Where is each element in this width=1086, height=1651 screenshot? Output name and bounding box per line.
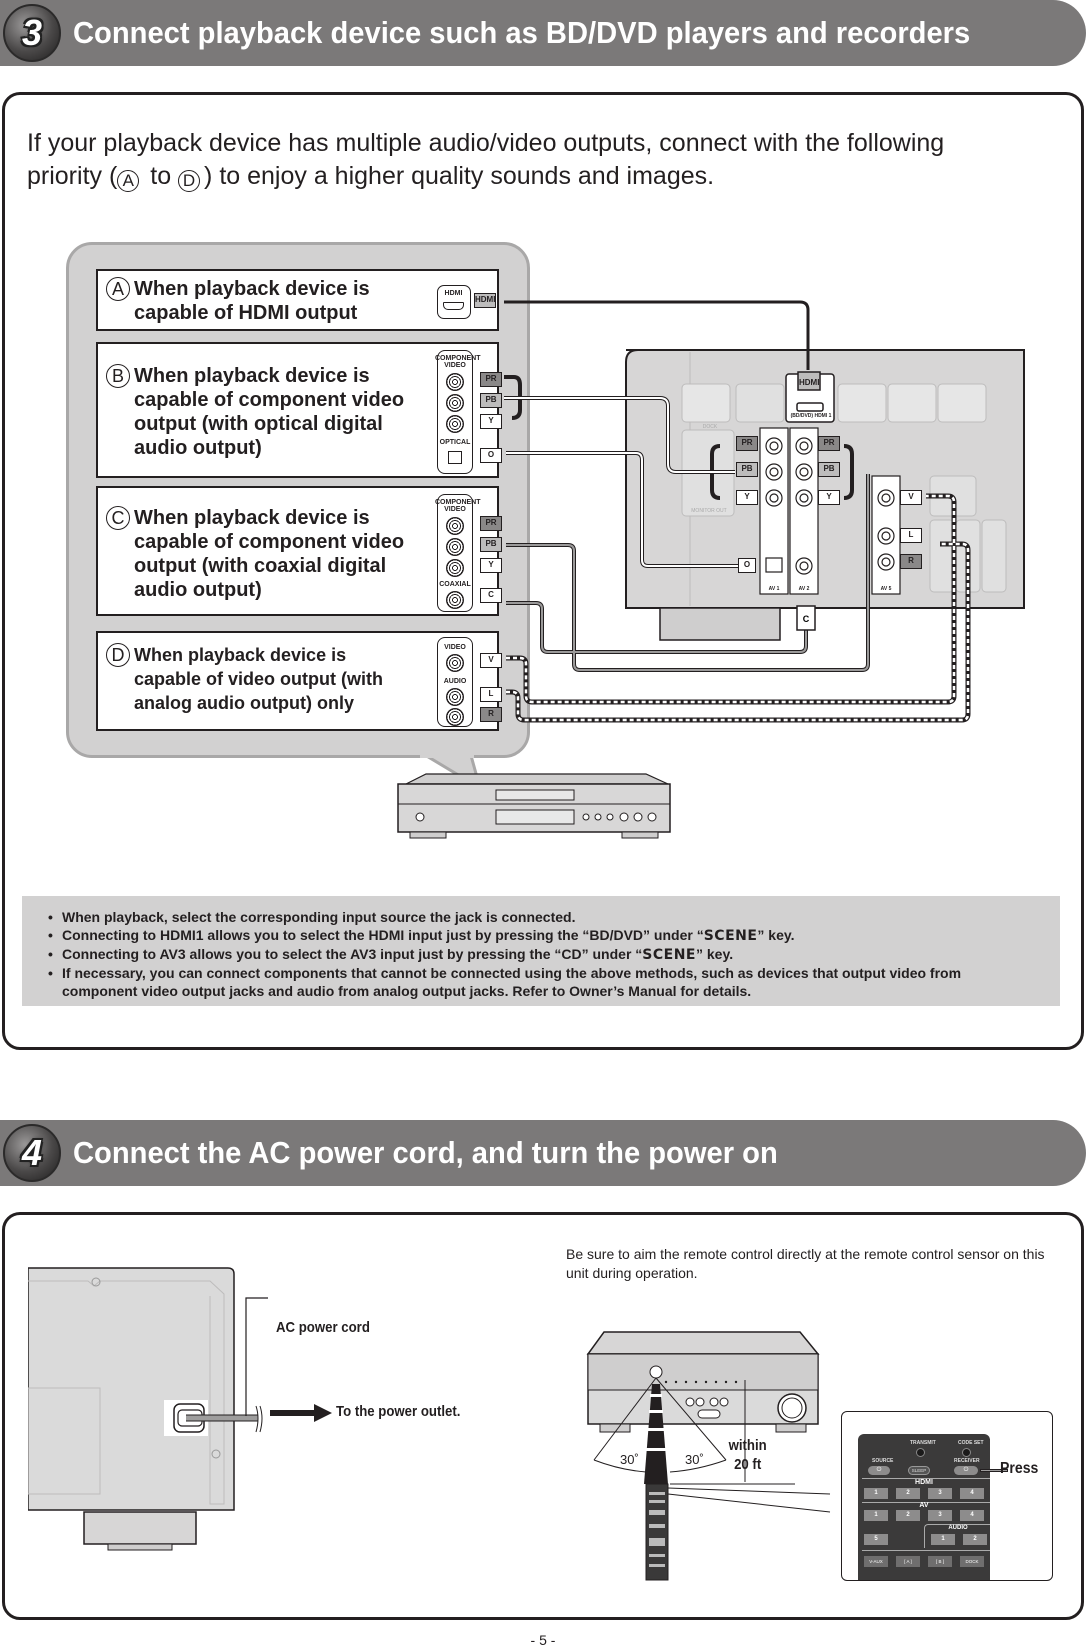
hdmi-3-button[interactable]: 3 <box>928 1488 952 1499</box>
remote-control: TRANSMIT CODE SET SOURCE ⏻ SLEEP RECEIVE… <box>858 1434 990 1580</box>
connection-diagram: C <box>504 300 1025 723</box>
av-4-button[interactable]: 4 <box>960 1510 984 1521</box>
receiver-plug-r: R <box>900 554 922 569</box>
bottom-buttons: V-AUX [ A ] [ B ] DOCK <box>864 1556 984 1567</box>
av-2-button[interactable]: 2 <box>896 1510 920 1521</box>
remote-instruction: Be sure to aim the remote control direct… <box>566 1246 1045 1281</box>
receiver-plug-pb-av1: PB <box>736 462 758 477</box>
page-number: - 5 - <box>530 1632 556 1648</box>
source-label: SOURCE <box>872 1458 894 1464</box>
note-text: ” key. <box>696 946 734 962</box>
remote-closeup-frame: TRANSMIT CODE SET SOURCE ⏻ SLEEP RECEIVE… <box>841 1411 1053 1581</box>
note-text: Connecting to AV3 allows you to select t… <box>62 946 643 962</box>
av2-label: AV 2 <box>798 586 810 592</box>
audio-group-label: AUDIO <box>948 1525 968 1531</box>
distance-line-1: within <box>728 1437 767 1454</box>
ac-power-cord-label: AC power cord <box>276 1319 370 1336</box>
scene-b-button[interactable]: [ B ] <box>928 1556 952 1567</box>
svg-text:C: C <box>803 614 810 624</box>
code-set-label: CODE SET <box>958 1440 984 1446</box>
av-group-label: AV <box>919 1502 929 1509</box>
note-item: If necessary, you can connect components… <box>48 964 1034 1000</box>
sleep-button[interactable]: SLEEP <box>908 1466 930 1475</box>
audio-1-button[interactable]: 1 <box>931 1534 955 1545</box>
angle-left-label: 30˚ <box>620 1452 639 1467</box>
transmit-indicator <box>916 1448 925 1457</box>
av-5-button[interactable]: 5 <box>864 1534 888 1545</box>
step-4-badge: 4 <box>3 1124 61 1182</box>
note-text: ” key. <box>757 927 795 943</box>
note-item: Connecting to AV3 allows you to select t… <box>48 945 1034 964</box>
hdmi-1-button[interactable]: 1 <box>864 1488 888 1499</box>
receiver-front-remote-diagram <box>586 1331 831 1581</box>
receiver-power-button[interactable]: ⏻ <box>954 1466 978 1475</box>
note-item: Connecting to HDMI1 allows you to select… <box>48 926 1034 945</box>
audio-2-button[interactable]: 2 <box>963 1534 987 1545</box>
receiver-plug-optical: O <box>738 558 756 573</box>
av5-label: AV 5 <box>880 586 892 592</box>
audio-group: AUDIO 1 2 <box>924 1524 990 1548</box>
section-4-title: Connect the AC power cord, and turn the … <box>73 1135 778 1170</box>
transmit-label: TRANSMIT <box>910 1440 936 1446</box>
distance-label: within 20 ft <box>729 1436 767 1474</box>
source-power-button[interactable]: ⏻ <box>868 1466 890 1475</box>
receiver-plug-l: L <box>900 528 922 543</box>
hdmi-2-button[interactable]: 2 <box>896 1488 920 1499</box>
dock-button[interactable]: DOCK <box>960 1556 984 1567</box>
notes-box: When playback, select the corresponding … <box>22 896 1060 1006</box>
dock-label: DOCK <box>702 424 718 430</box>
receiver-plug-pr-av2: PR <box>818 436 840 451</box>
section-4-header: 4 Connect the AC power cord, and turn th… <box>0 1120 1086 1186</box>
av-1-button[interactable]: 1 <box>864 1510 888 1521</box>
receiver-side-view <box>28 1267 268 1551</box>
receiver-label: RECEIVER <box>954 1458 980 1464</box>
receiver-plug-v: V <box>900 490 922 505</box>
distance-line-2: 20 ft <box>734 1456 762 1473</box>
note-text: Connecting to HDMI1 allows you to select… <box>62 927 704 943</box>
hdmi-buttons: 1 2 3 4 <box>864 1488 984 1499</box>
v-aux-button[interactable]: V-AUX <box>864 1556 888 1567</box>
angle-right-label: 30˚ <box>685 1452 704 1467</box>
av-3-button[interactable]: 3 <box>928 1510 952 1521</box>
arrow-right-icon <box>270 1404 332 1422</box>
divider <box>862 1550 990 1551</box>
hdmi-4-button[interactable]: 4 <box>960 1488 984 1499</box>
receiver-optical-jack <box>765 557 783 573</box>
receiver-hdmi-plug-label: HDMI <box>799 378 820 387</box>
power-outlet-label: To the power outlet. <box>336 1403 461 1420</box>
receiver-plug-y-av1: Y <box>736 490 758 505</box>
av-buttons: 1 2 3 4 <box>864 1510 984 1521</box>
av1-label: AV 1 <box>768 586 780 592</box>
code-set-button[interactable] <box>962 1448 971 1457</box>
receiver-plug-pr-av1: PR <box>736 436 758 451</box>
scene-key: SCENE <box>642 947 696 963</box>
bd-dvd-player <box>397 773 671 839</box>
receiver-plug-pb-av2: PB <box>818 462 840 477</box>
receiver-plug-y-av2: Y <box>818 490 840 505</box>
scene-a-button[interactable]: [ A ] <box>896 1556 920 1567</box>
scene-key: SCENE <box>703 928 758 944</box>
hdmi1-port-label: (BD/DVD) HDMI 1 <box>790 413 832 419</box>
hdmi-group-label: HDMI <box>915 1479 933 1486</box>
monitor-out-label: MONITOR OUT <box>691 508 727 514</box>
press-label: Press <box>1000 1460 1039 1477</box>
note-item: When playback, select the corresponding … <box>48 908 1034 926</box>
